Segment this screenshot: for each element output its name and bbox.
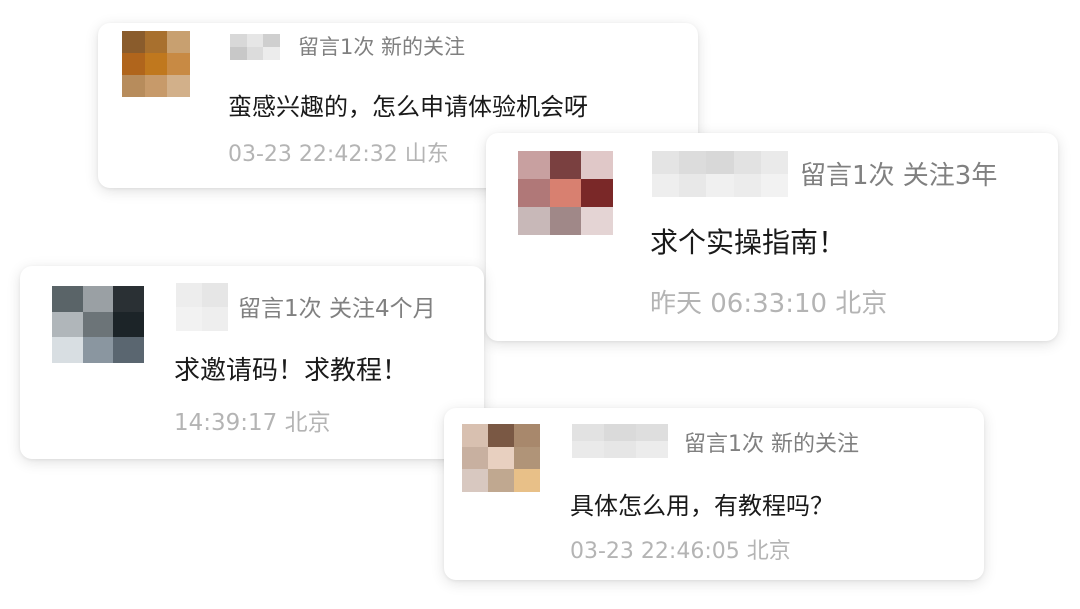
- username-pixel: [679, 174, 707, 197]
- avatar-pixel: [462, 424, 488, 447]
- avatar-pixel: [52, 337, 83, 363]
- avatar-pixel: [113, 337, 144, 363]
- avatar-pixel: [518, 151, 550, 179]
- username-blurred: [176, 283, 228, 331]
- avatar-pixel: [514, 424, 540, 447]
- avatar-pixel: [113, 311, 144, 338]
- comment-stats: 留言1次 新的关注: [684, 432, 859, 457]
- comment-timestamp: 昨天 06:33:10 北京: [650, 289, 888, 319]
- avatar-pixel: [82, 337, 114, 363]
- avatar-pixel: [488, 446, 514, 470]
- username-pixel: [246, 47, 264, 60]
- username-blurred: [230, 34, 280, 60]
- comment-card: 留言1次 新的关注 具体怎么用，有教程吗？ 03-23 22:46:05 北京: [444, 408, 984, 580]
- username-pixel: [733, 174, 761, 197]
- avatar-pixel: [488, 424, 514, 447]
- comment-stats: 留言1次 关注4个月: [238, 296, 436, 322]
- avatar[interactable]: [518, 151, 613, 235]
- username-pixel: [176, 283, 202, 307]
- comment-timestamp: 03-23 22:42:32 山东: [228, 142, 449, 167]
- avatar-pixel: [518, 179, 550, 207]
- avatar-pixel: [167, 53, 190, 75]
- avatar-pixel: [167, 31, 190, 53]
- avatar-pixel: [122, 53, 145, 75]
- username-pixel: [760, 174, 788, 197]
- avatar-pixel: [549, 179, 582, 207]
- username-pixel: [202, 307, 228, 331]
- comment-card: 留言1次 关注4个月 求邀请码！求教程！ 14:39:17 北京: [20, 266, 484, 459]
- comment-text: 蛮感兴趣的，怎么申请体验机会呀: [228, 93, 588, 121]
- avatar-pixel: [462, 446, 488, 470]
- comment-card: 留言1次 关注3年 求个实操指南！ 昨天 06:33:10 北京: [486, 133, 1058, 341]
- avatar-pixel: [122, 31, 145, 53]
- comment-stats: 留言1次 关注3年: [800, 161, 998, 191]
- username-pixel: [202, 283, 228, 307]
- avatar-pixel: [549, 207, 582, 235]
- avatar-pixel: [52, 286, 83, 312]
- username-pixel: [760, 151, 788, 174]
- username-pixel: [604, 441, 636, 458]
- avatar-pixel: [52, 311, 83, 338]
- avatar-pixel: [518, 207, 550, 235]
- username-pixel: [706, 151, 734, 174]
- avatar[interactable]: [122, 31, 190, 97]
- avatar-pixel: [514, 469, 540, 492]
- avatar-pixel: [462, 469, 488, 492]
- username-pixel: [572, 424, 604, 441]
- username-blurred: [572, 424, 668, 458]
- username-pixel: [652, 174, 680, 197]
- avatar-pixel: [122, 75, 145, 97]
- comment-text: 求邀请码！求教程！: [174, 356, 409, 386]
- comment-timestamp: 03-23 22:46:05 北京: [570, 539, 791, 564]
- comment-text: 具体怎么用，有教程吗？: [570, 492, 834, 520]
- username-pixel: [263, 47, 280, 60]
- avatar[interactable]: [462, 424, 540, 492]
- avatar-pixel: [488, 469, 514, 492]
- avatar-pixel: [82, 286, 114, 312]
- avatar-pixel: [167, 75, 190, 97]
- avatar-pixel: [549, 151, 582, 179]
- username-pixel: [246, 34, 264, 47]
- username-pixel: [572, 441, 604, 458]
- avatar-pixel: [514, 446, 540, 470]
- username-pixel: [263, 34, 280, 47]
- comment-text: 求个实操指南！: [650, 226, 847, 259]
- avatar-pixel: [144, 31, 168, 53]
- username-pixel: [636, 424, 668, 441]
- avatar[interactable]: [52, 286, 144, 363]
- avatar-pixel: [581, 151, 613, 179]
- username-pixel: [652, 151, 680, 174]
- username-pixel: [733, 151, 761, 174]
- avatar-pixel: [113, 286, 144, 312]
- username-pixel: [176, 307, 202, 331]
- username-pixel: [230, 34, 247, 47]
- comment-stats: 留言1次 新的关注: [298, 35, 466, 59]
- username-pixel: [604, 424, 636, 441]
- comment-timestamp: 14:39:17 北京: [174, 410, 331, 436]
- avatar-pixel: [581, 179, 613, 207]
- avatar-pixel: [82, 311, 114, 338]
- username-pixel: [230, 47, 247, 60]
- username-blurred: [652, 151, 788, 197]
- username-pixel: [636, 441, 668, 458]
- avatar-pixel: [144, 75, 168, 97]
- avatar-pixel: [144, 53, 168, 75]
- username-pixel: [706, 174, 734, 197]
- username-pixel: [679, 151, 707, 174]
- avatar-pixel: [581, 207, 613, 235]
